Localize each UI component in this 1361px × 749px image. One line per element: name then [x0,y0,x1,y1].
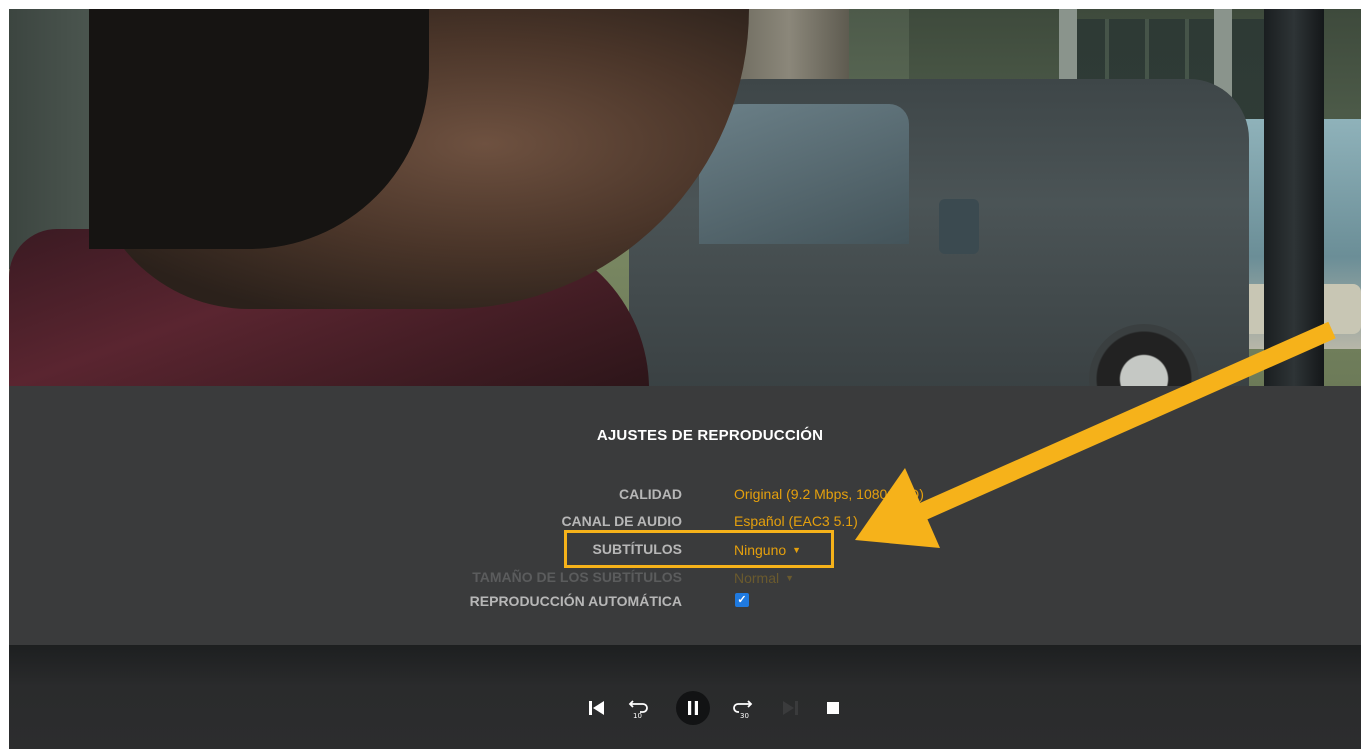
forward-30-icon[interactable]: 30 [728,691,756,725]
pause-button[interactable] [676,691,710,725]
skip-previous-icon[interactable] [583,691,611,725]
subtitles-highlight-box [564,530,834,568]
quality-value: Original (9.2 Mbps, 1080p HD) [734,486,924,502]
autoplay-label: REPRODUCCIÓN AUTOMÁTICA [469,593,682,609]
audio-channel-value: Español (EAC3 5.1) [734,513,858,529]
autoplay-checkbox[interactable]: ✓ [735,593,749,607]
quality-select[interactable]: Original (9.2 Mbps, 1080p HD) [734,486,924,502]
audio-channel-select[interactable]: Español (EAC3 5.1) [734,513,858,529]
video-frame[interactable]: AJUSTES DE REPRODUCCIÓN CALIDAD Original… [9,9,1361,749]
svg-text:30: 30 [740,712,749,720]
subtitle-size-select[interactable]: Normal ▼ [734,570,794,586]
video-still [9,9,1361,389]
svg-text:10: 10 [633,712,642,720]
playback-settings-panel: AJUSTES DE REPRODUCCIÓN CALIDAD Original… [9,386,1361,645]
replay-10-icon[interactable]: 10 [625,691,653,725]
quality-label: CALIDAD [619,486,682,502]
stop-icon[interactable] [819,691,847,725]
chevron-down-icon: ▼ [785,573,795,583]
settings-title: AJUSTES DE REPRODUCCIÓN [596,427,824,444]
pause-icon [688,701,698,715]
skip-next-icon[interactable] [776,691,804,725]
subtitle-size-label: TAMAÑO DE LOS SUBTÍTULOS [472,569,682,585]
subtitle-size-value: Normal [734,570,780,586]
audio-channel-label: CANAL DE AUDIO [561,513,682,529]
